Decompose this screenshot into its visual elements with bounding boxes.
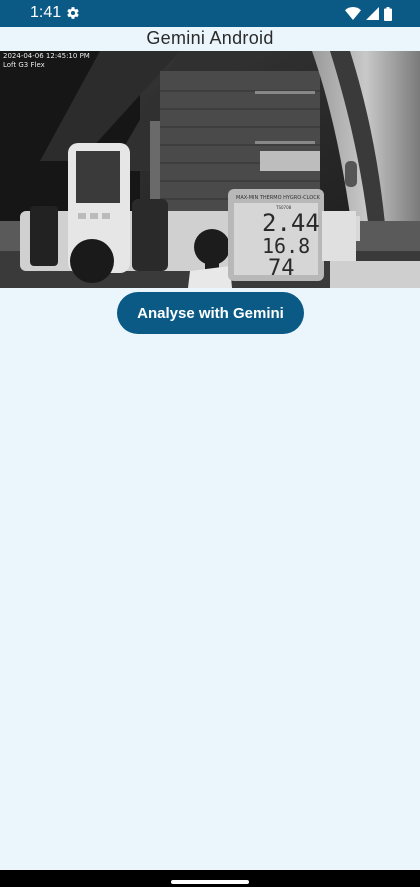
status-icons xyxy=(345,6,392,21)
navigation-bar xyxy=(0,870,420,887)
camera-name: Loft G3 Flex xyxy=(3,61,45,69)
battery-icon xyxy=(384,6,392,21)
page-title: Gemini Android xyxy=(146,28,274,48)
analyse-with-gemini-button[interactable]: Analyse with Gemini xyxy=(117,292,304,334)
meter-reading-3: 74 xyxy=(268,256,295,281)
camera-feed-image: MAX-MIN THERMO HYGRO-CLOCK TS0708 2.44 1… xyxy=(0,51,420,288)
meter-brand-text: MAX-MIN THERMO HYGRO-CLOCK xyxy=(236,195,321,201)
wifi-icon xyxy=(345,7,361,20)
meter-reading-1: 2.44 xyxy=(262,209,320,237)
signal-icon xyxy=(366,7,379,20)
status-bar: 1:41 xyxy=(0,0,420,27)
home-gesture-handle[interactable] xyxy=(171,880,249,884)
camera-timestamp: 2024-04-06 12:45:10 PM xyxy=(3,52,90,60)
status-time: 1:41 xyxy=(30,4,62,21)
gear-icon xyxy=(67,7,79,19)
meter-reading-2: 16.8 xyxy=(262,234,310,258)
